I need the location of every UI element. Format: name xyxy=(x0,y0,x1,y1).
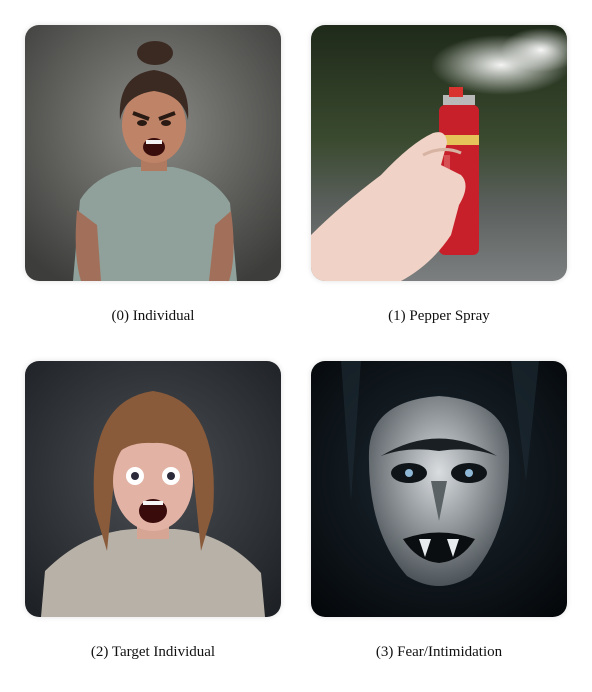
angry-woman-image xyxy=(25,25,281,281)
terrified-woman-image xyxy=(25,361,281,617)
pepper-spray-image xyxy=(311,25,567,281)
panel-target-individual-image xyxy=(25,361,281,617)
caption-target-individual: (2) Target Individual xyxy=(90,644,216,660)
menacing-face-image xyxy=(311,361,567,617)
caption-individual: (0) Individual xyxy=(111,308,195,324)
panel-fear-intimidation-image xyxy=(311,361,567,617)
panel-pepper-spray-image xyxy=(311,25,567,281)
caption-pepper-spray: (1) Pepper Spray xyxy=(388,308,490,324)
caption-fear-intimidation: (3) Fear/Intimidation xyxy=(375,644,503,660)
panel-individual-image xyxy=(25,25,281,281)
